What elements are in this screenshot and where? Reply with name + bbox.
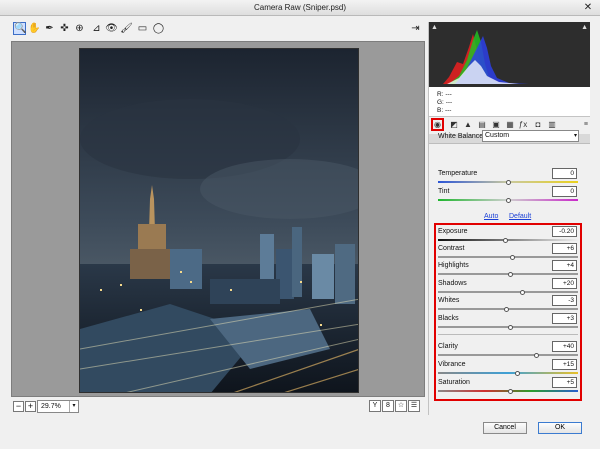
graduated-filter-icon[interactable]: ▭	[136, 22, 149, 35]
chevron-down-icon: ▾	[573, 133, 577, 139]
shadow-clipping-icon[interactable]: ▲	[431, 24, 438, 31]
zoom-bar: − + 29.7% ▾ Y 8 ☆ ☰	[11, 400, 425, 414]
white-balance-select[interactable]: Custom ▾	[482, 130, 579, 142]
tab-hsl-icon[interactable]: ▤	[477, 119, 487, 130]
redeye-icon[interactable]: 👁	[105, 22, 118, 35]
slider-label: Temperature	[438, 170, 478, 177]
view-before-after-icon[interactable]: Y	[369, 400, 381, 412]
slider-value-input[interactable]: +40	[552, 341, 577, 352]
targeted-adjustment-icon[interactable]: ⊕	[73, 22, 86, 35]
auto-link[interactable]: Auto	[484, 213, 498, 220]
slider-label: Tint	[438, 188, 450, 195]
zoom-icon[interactable]: 🔍	[13, 22, 26, 35]
window-title: Camera Raw (Sniper.psd)	[253, 3, 347, 12]
slider-track[interactable]	[438, 239, 578, 241]
slider-value-input[interactable]: +4	[552, 260, 577, 271]
hand-icon[interactable]: ✋	[28, 22, 41, 35]
tab-effects-icon[interactable]: ƒx	[518, 119, 528, 130]
b-label: B:	[437, 107, 444, 114]
slider-value-input[interactable]: 0	[552, 186, 577, 197]
ok-button[interactable]: OK	[538, 422, 582, 434]
slider-label: Highlights	[438, 262, 469, 269]
chevron-down-icon: ▾	[69, 401, 78, 412]
slider-value-input[interactable]: +20	[552, 278, 577, 289]
histogram: ▲ ▲	[429, 22, 590, 87]
slider-label: Contrast	[438, 245, 465, 252]
straighten-icon[interactable]: ⊿	[90, 22, 103, 35]
white-balance-icon[interactable]: ✒	[43, 22, 56, 35]
tab-split-toning-icon[interactable]: ▣	[491, 119, 501, 130]
zoom-out-button[interactable]: −	[13, 401, 24, 412]
slider-thumb[interactable]	[533, 352, 539, 358]
slider-value-input[interactable]: 0	[552, 168, 577, 179]
panel-menu-icon[interactable]: ≡	[584, 121, 588, 128]
slider-thumb[interactable]	[515, 370, 521, 376]
slider-value-input[interactable]: +5	[552, 377, 577, 388]
b-value: ---	[444, 107, 452, 114]
slider-label: Shadows	[438, 280, 467, 287]
slider-value-input[interactable]: +15	[552, 359, 577, 370]
slider-value-input[interactable]: -3	[552, 295, 577, 306]
g-value: ---	[445, 99, 453, 106]
slider-value-input[interactable]: +3	[552, 313, 577, 324]
slider-value-input[interactable]: +6	[552, 243, 577, 254]
zoom-in-button[interactable]: +	[25, 401, 36, 412]
slider-thumb[interactable]	[509, 254, 515, 260]
slider-label: Whites	[438, 297, 460, 304]
rgb-readout: R: --- G: --- B: ---	[429, 87, 590, 117]
tab-lens-icon[interactable]: ▦	[505, 119, 515, 130]
default-link[interactable]: Default	[509, 213, 531, 220]
slider-label: Clarity	[438, 343, 458, 350]
view-copy-icon[interactable]: ☆	[395, 400, 407, 412]
zoom-select[interactable]: 29.7% ▾	[37, 400, 79, 413]
image-preview[interactable]	[11, 41, 425, 397]
white-balance-value: Custom	[485, 132, 510, 139]
close-icon[interactable]: ✕	[582, 2, 594, 14]
slider-value-input[interactable]: -0.20	[552, 226, 577, 237]
histogram-graph	[443, 30, 529, 84]
slider-track[interactable]	[438, 354, 578, 356]
tab-tone-curve-icon[interactable]: ◩	[449, 119, 459, 130]
highlight-clipping-icon[interactable]: ▲	[581, 24, 588, 31]
tab-detail-icon[interactable]: ▲	[463, 119, 473, 130]
city-night-photo	[80, 49, 358, 392]
slider-label: Blacks	[438, 315, 459, 322]
r-label: R:	[437, 91, 444, 98]
slider-thumb[interactable]	[504, 306, 510, 312]
tab-camera-calibration-icon[interactable]: ◘	[533, 119, 543, 130]
slider-thumb[interactable]	[502, 237, 508, 243]
tab-presets-icon[interactable]: ▥	[547, 119, 557, 130]
cancel-button[interactable]: Cancel	[483, 422, 527, 434]
tab-basic-icon[interactable]: ◉	[431, 118, 444, 131]
slider-track[interactable]	[438, 291, 578, 293]
title-bar: Camera Raw (Sniper.psd) ✕	[0, 0, 600, 16]
brush-icon[interactable]: 🖌	[120, 22, 133, 35]
slider-label: Vibrance	[438, 361, 466, 368]
toolbar: 🔍 ✋ ✒ ✜ ⊕ ⊿ 👁 🖌 ▭ ◯ ⇥	[0, 22, 425, 38]
photo	[79, 48, 359, 393]
camera-raw-window: Camera Raw (Sniper.psd) ✕ 🔍 ✋ ✒ ✜ ⊕ ⊿ 👁 …	[0, 0, 600, 449]
color-sampler-icon[interactable]: ✜	[58, 22, 71, 35]
slider-thumb[interactable]	[505, 179, 511, 185]
zoom-value: 29.7%	[41, 403, 61, 410]
white-balance-label: White Balance:	[438, 133, 486, 140]
slider-label: Exposure	[438, 228, 468, 235]
radial-filter-icon[interactable]: ◯	[152, 22, 165, 35]
slider-thumb[interactable]	[508, 324, 514, 330]
slider-thumb[interactable]	[508, 388, 514, 394]
export-icon[interactable]: ⇥	[409, 22, 422, 35]
g-label: G:	[437, 99, 444, 106]
slider-label: Saturation	[438, 379, 470, 386]
slider-track[interactable]	[438, 372, 578, 374]
slider-thumb[interactable]	[519, 289, 525, 295]
r-value: ---	[445, 91, 452, 98]
slider-thumb[interactable]	[508, 271, 514, 277]
view-swap-icon[interactable]: 8	[382, 400, 394, 412]
view-settings-icon[interactable]: ☰	[408, 400, 420, 412]
slider-thumb[interactable]	[505, 197, 511, 203]
slider-track[interactable]	[438, 256, 578, 258]
divider	[438, 334, 578, 335]
